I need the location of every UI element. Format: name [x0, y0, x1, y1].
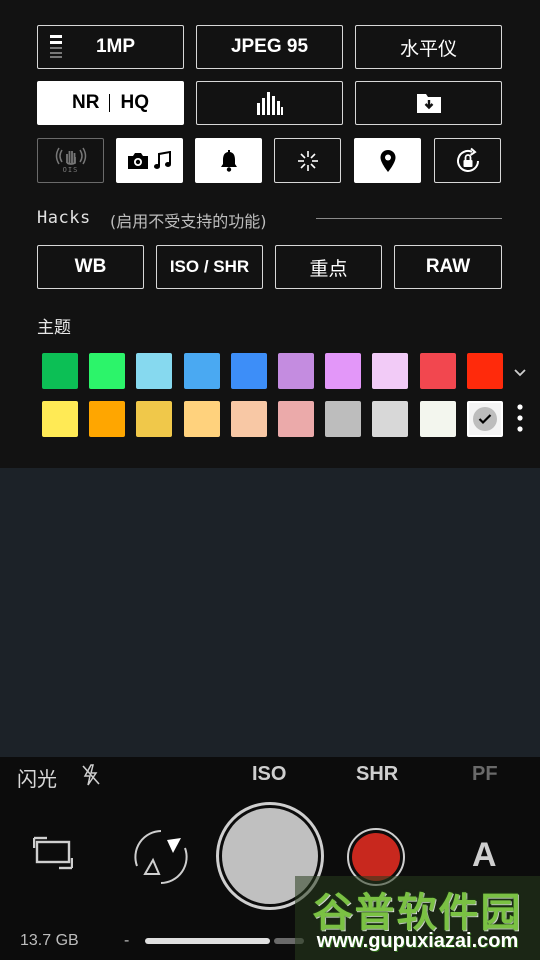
level-label: 水平仪: [399, 37, 457, 60]
theme-swatch[interactable]: [466, 401, 503, 437]
theme-swatch[interactable]: [278, 353, 314, 389]
ois-hand-icon: [55, 147, 86, 165]
camera-sound-button[interactable]: [116, 138, 183, 183]
storage-remaining: 13.7 GB: [20, 932, 79, 949]
resolution-icon: [50, 35, 62, 58]
theme-swatch[interactable]: [42, 401, 78, 437]
location-pin-icon: [380, 149, 395, 172]
brightness-button[interactable]: [274, 138, 341, 183]
theme-swatch[interactable]: [136, 353, 173, 389]
save-folder-button[interactable]: [355, 81, 502, 125]
histogram-button[interactable]: [196, 81, 343, 125]
theme-swatch[interactable]: [372, 353, 409, 389]
resolution-label: 1MP: [95, 36, 136, 57]
hacks-subtitle: (启用不受支持的功能): [110, 212, 267, 231]
more-vertical-icon[interactable]: [516, 403, 524, 435]
flash-off-icon[interactable]: [80, 763, 102, 787]
check-icon: [472, 407, 497, 431]
hack-raw-label: RAW: [425, 256, 471, 277]
theme-swatch[interactable]: [89, 353, 126, 389]
theme-swatch[interactable]: [230, 401, 267, 437]
theme-swatch[interactable]: [466, 353, 503, 389]
hacks-title: Hacks: [37, 208, 91, 228]
rotation-lock-icon: [456, 147, 479, 172]
iso-option[interactable]: ISO: [252, 763, 286, 786]
hacks-divider: [316, 218, 502, 219]
viewfinder[interactable]: [0, 468, 540, 757]
jpeg-quality-button[interactable]: JPEG 95: [196, 25, 343, 69]
zoom-slider-track[interactable]: [145, 938, 270, 944]
theme-swatch[interactable]: [89, 401, 126, 437]
camera-music-icon: [127, 150, 171, 169]
histogram-icon: [256, 92, 283, 115]
folder-download-icon: [416, 94, 441, 113]
nr-label: NR: [72, 92, 100, 113]
sparkle-icon: [297, 150, 318, 171]
jpeg-quality-label: JPEG 95: [230, 36, 309, 57]
location-button[interactable]: [354, 138, 421, 183]
chevron-down-icon[interactable]: [513, 368, 527, 378]
theme-title: 主题: [37, 318, 71, 338]
watermark: 谷普软件园 www.gupuxiazai.com: [295, 876, 540, 960]
theme-swatch[interactable]: [230, 353, 267, 389]
mode-auto-button[interactable]: A: [472, 836, 497, 875]
pf-option[interactable]: PF: [472, 763, 498, 786]
level-button[interactable]: 水平仪: [355, 25, 502, 69]
watermark-url: www.gupuxiazai.com: [316, 930, 519, 952]
theme-swatch[interactable]: [42, 353, 78, 389]
hq-label: HQ: [120, 92, 149, 113]
hack-focus-button[interactable]: 重点: [275, 245, 382, 289]
hack-raw-button[interactable]: RAW: [394, 245, 502, 289]
theme-swatch[interactable]: [419, 353, 456, 389]
settings-panel: 1MP JPEG 95 水平仪 NR HQ OIS Hacks (启用不受支持的…: [0, 0, 540, 468]
hack-wb-button[interactable]: WB: [37, 245, 144, 289]
hack-iso-shr-button[interactable]: ISO / SHR: [156, 245, 263, 289]
switch-camera-icon[interactable]: [131, 828, 191, 886]
theme-swatch[interactable]: [278, 401, 314, 437]
theme-swatch[interactable]: [372, 401, 409, 437]
ois-button[interactable]: OIS: [37, 138, 104, 183]
flash-label[interactable]: 闪光: [17, 763, 57, 792]
theme-swatch[interactable]: [183, 401, 220, 437]
nr-hq-divider: [109, 94, 111, 112]
hack-focus-label: 重点: [309, 257, 348, 280]
gallery-icon[interactable]: [33, 836, 73, 872]
shutter-sound-button[interactable]: [195, 138, 262, 183]
rotation-lock-button[interactable]: [434, 138, 501, 183]
theme-swatch[interactable]: [136, 401, 173, 437]
resolution-button[interactable]: 1MP: [37, 25, 184, 69]
hack-iso-shr-label: ISO / SHR: [169, 257, 250, 276]
ois-label: OIS: [62, 166, 79, 174]
hack-wb-label: WB: [74, 256, 107, 277]
status-dash: -: [124, 932, 130, 949]
nr-hq-button[interactable]: NR HQ: [37, 81, 184, 125]
theme-swatch[interactable]: [419, 401, 456, 437]
bell-icon: [220, 149, 237, 172]
theme-swatch[interactable]: [183, 353, 220, 389]
theme-swatch[interactable]: [325, 353, 362, 389]
record-dot: [352, 833, 400, 881]
shr-option[interactable]: SHR: [356, 763, 398, 786]
theme-swatch[interactable]: [325, 401, 362, 437]
